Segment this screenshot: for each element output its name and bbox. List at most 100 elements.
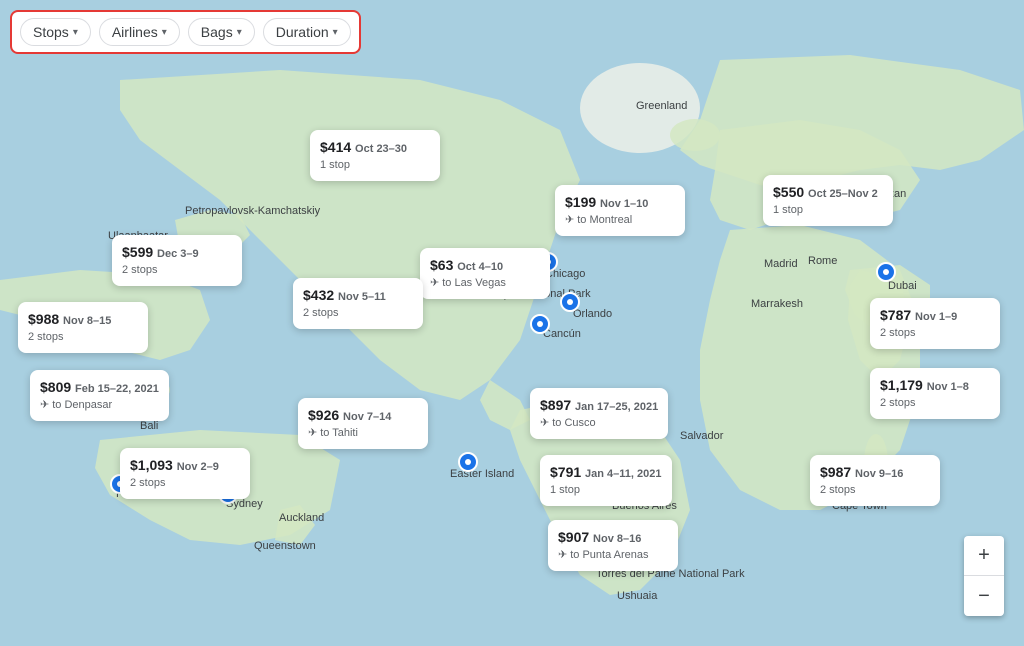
card-stops: 2 stops [820, 483, 930, 498]
card-dates: Nov 9–16 [855, 468, 903, 480]
price-card-perth[interactable]: $1,093 Nov 2–9 2 stops [120, 448, 250, 499]
duration-filter-button[interactable]: Duration ▾ [263, 18, 351, 46]
card-dates: Nov 8–15 [63, 315, 111, 327]
city-label-cancún: Cancún [543, 328, 581, 340]
airlines-label: Airlines [112, 24, 158, 40]
airlines-filter-button[interactable]: Airlines ▾ [99, 18, 180, 46]
card-dates: Nov 1–10 [600, 198, 648, 210]
price-card-anchorage[interactable]: $414 Oct 23–30 1 stop [310, 130, 440, 181]
plane-icon [540, 416, 549, 431]
card-dates: Jan 4–11, 2021 [585, 468, 661, 480]
card-stops: 2 stops [28, 330, 138, 345]
card-price: $791 Jan 4–11, 2021 [550, 463, 662, 483]
card-dest: to Tahiti [308, 426, 418, 441]
dot-orlando[interactable] [560, 292, 580, 312]
price-card-johannesburg[interactable]: $987 Nov 9–16 2 stops [810, 455, 940, 506]
price-card-bangkok[interactable]: $988 Nov 8–15 2 stops [18, 302, 148, 353]
card-stops: 1 stop [773, 203, 883, 218]
plane-icon [308, 426, 317, 441]
city-label-madrid: Madrid [764, 258, 798, 270]
plane-icon [40, 398, 49, 413]
card-dates: Jan 17–25, 2021 [575, 401, 658, 413]
card-price: $897 Jan 17–25, 2021 [540, 396, 658, 416]
city-label-rome: Rome [808, 255, 837, 267]
card-dates: Oct 23–30 [355, 143, 407, 155]
card-price: $550 Oct 25–Nov 2 [773, 183, 883, 203]
card-price: $1,093 Nov 2–9 [130, 456, 240, 476]
card-price: $414 Oct 23–30 [320, 138, 430, 158]
card-dest: to Montreal [565, 213, 675, 228]
duration-chevron-icon: ▾ [333, 27, 338, 38]
card-dest: to Las Vegas [430, 276, 540, 291]
card-dates: Feb 15–22, 2021 [75, 383, 159, 395]
zoom-controls: + − [964, 536, 1004, 616]
price-card-tokyo[interactable]: $599 Dec 3–9 2 stops [112, 235, 242, 286]
price-card-las-vegas[interactable]: $63 Oct 4–10 to Las Vegas [420, 248, 550, 299]
city-label-ushuaia: Ushuaia [617, 590, 657, 602]
card-stops: 2 stops [880, 396, 990, 411]
card-stops: 2 stops [880, 326, 990, 341]
city-label-easter-island: Easter Island [450, 468, 514, 480]
price-card-dubai[interactable]: $787 Nov 1–9 2 stops [870, 298, 1000, 349]
card-stops: 2 stops [303, 306, 413, 321]
card-stops: 2 stops [122, 263, 232, 278]
city-label-auckland: Auckland [279, 512, 324, 524]
bags-label: Bags [201, 24, 233, 40]
card-price: $432 Nov 5–11 [303, 286, 413, 306]
filter-bar: Stops ▾ Airlines ▾ Bags ▾ Duration ▾ [10, 10, 361, 54]
dot-cancun[interactable] [530, 314, 550, 334]
card-dates: Nov 1–8 [927, 381, 969, 393]
card-stops: 1 stop [550, 483, 662, 498]
price-card-denpasar[interactable]: $809 Feb 15–22, 2021 to Denpasar [30, 370, 169, 421]
bags-filter-button[interactable]: Bags ▾ [188, 18, 255, 46]
card-price: $599 Dec 3–9 [122, 243, 232, 263]
card-dest: to Denpasar [40, 398, 159, 413]
city-label-queenstown: Queenstown [254, 540, 316, 552]
price-card-mahe[interactable]: $1,179 Nov 1–8 2 stops [870, 368, 1000, 419]
card-price: $987 Nov 9–16 [820, 463, 930, 483]
card-price: $809 Feb 15–22, 2021 [40, 378, 159, 398]
card-dates: Nov 1–9 [915, 311, 957, 323]
dot-easter-island[interactable] [458, 452, 478, 472]
plane-icon [565, 213, 574, 228]
city-label-marrakesh: Marrakesh [751, 298, 803, 310]
card-stops: 2 stops [130, 476, 240, 491]
price-card-montreal[interactable]: $199 Nov 1–10 to Montreal [555, 185, 685, 236]
card-dates: Oct 25–Nov 2 [808, 188, 878, 200]
price-card-rio[interactable]: $791 Jan 4–11, 2021 1 stop [540, 455, 672, 506]
stops-label: Stops [33, 24, 69, 40]
zoom-in-button[interactable]: + [964, 536, 1004, 576]
card-stops: 1 stop [320, 158, 430, 173]
stops-chevron-icon: ▾ [73, 27, 78, 38]
plane-icon [430, 276, 439, 291]
price-card-honolulu[interactable]: $432 Nov 5–11 2 stops [293, 278, 423, 329]
airlines-chevron-icon: ▾ [162, 27, 167, 38]
card-dates: Nov 7–14 [343, 411, 391, 423]
stops-filter-button[interactable]: Stops ▾ [20, 18, 91, 46]
card-dates: Oct 4–10 [457, 261, 503, 273]
bags-chevron-icon: ▾ [237, 27, 242, 38]
price-card-amsterdam[interactable]: $550 Oct 25–Nov 2 1 stop [763, 175, 893, 226]
city-label-greenland: Greenland [636, 100, 687, 112]
city-label-orlando: Orlando [573, 308, 612, 320]
plane-icon [558, 548, 567, 563]
price-card-tahiti[interactable]: $926 Nov 7–14 to Tahiti [298, 398, 428, 449]
city-label-bali: Bali [140, 420, 158, 432]
card-price: $199 Nov 1–10 [565, 193, 675, 213]
price-card-cusco[interactable]: $897 Jan 17–25, 2021 to Cusco [530, 388, 668, 439]
city-label-salvador: Salvador [680, 430, 723, 442]
card-dates: Nov 2–9 [177, 461, 219, 473]
card-price: $988 Nov 8–15 [28, 310, 138, 330]
card-dates: Nov 8–16 [593, 533, 641, 545]
card-price: $1,179 Nov 1–8 [880, 376, 990, 396]
zoom-out-button[interactable]: − [964, 576, 1004, 616]
card-dates: Nov 5–11 [338, 291, 386, 303]
city-label-dubai: Dubai [888, 280, 917, 292]
price-card-punta-arenas[interactable]: $907 Nov 8–16 to Punta Arenas [548, 520, 678, 571]
card-dest: to Cusco [540, 416, 658, 431]
card-price: $926 Nov 7–14 [308, 406, 418, 426]
card-price: $63 Oct 4–10 [430, 256, 540, 276]
dot-dubai[interactable] [876, 262, 896, 282]
card-dates: Dec 3–9 [157, 248, 199, 260]
card-price: $787 Nov 1–9 [880, 306, 990, 326]
